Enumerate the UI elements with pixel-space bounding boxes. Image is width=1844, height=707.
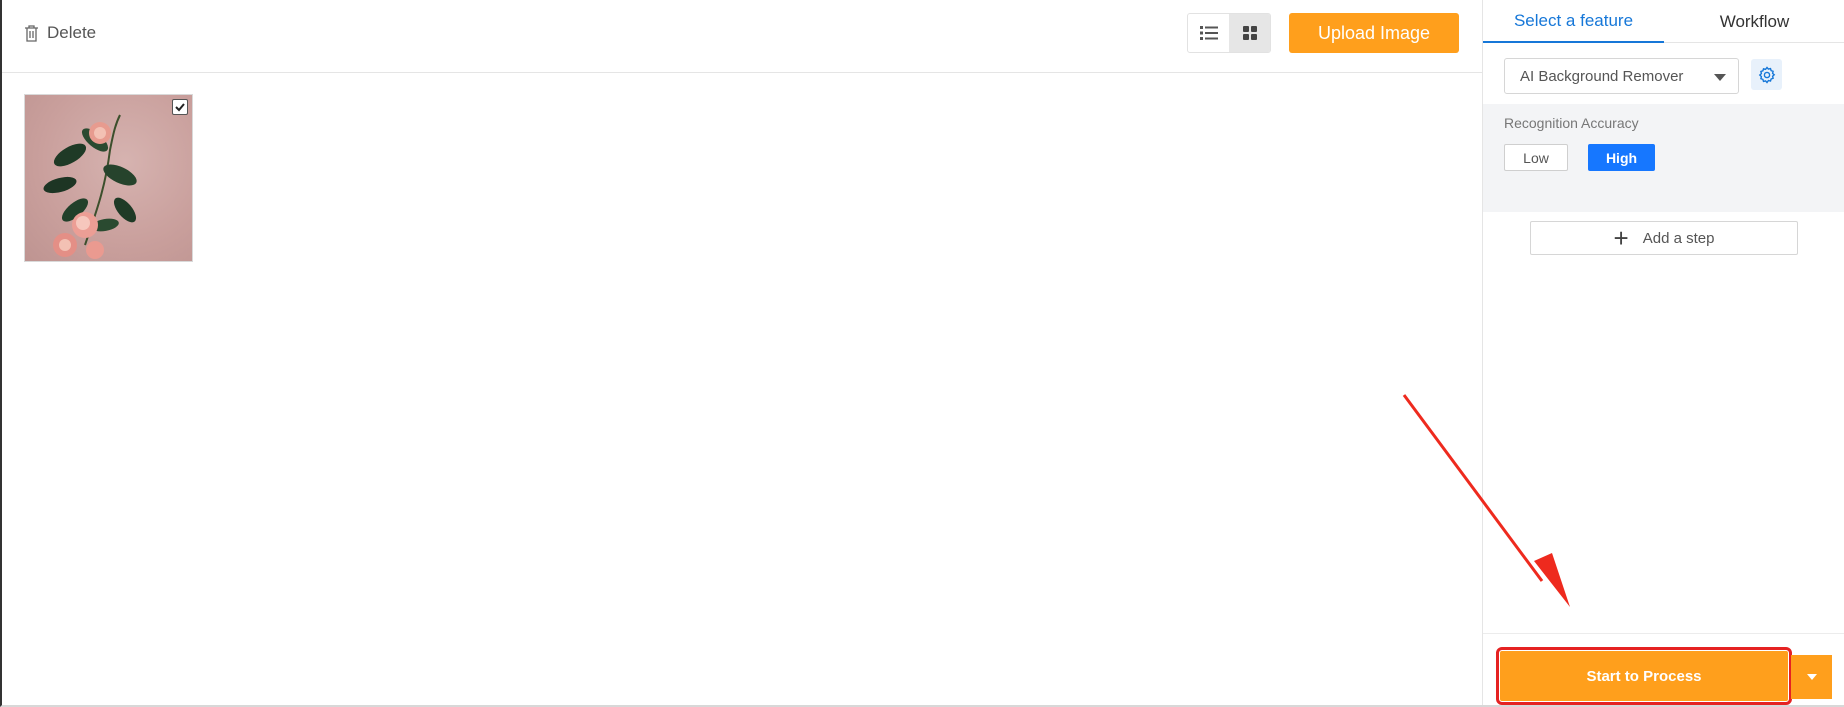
main-area: Delete Upload Image [2,0,1482,705]
list-icon [1199,26,1218,40]
grid-icon [1242,26,1257,40]
chevron-down-icon [1714,74,1726,81]
accuracy-section: Recognition Accuracy Low High [1483,104,1844,212]
accuracy-low-button[interactable]: Low [1504,144,1568,171]
settings-button[interactable] [1751,59,1782,90]
checkmark-icon [175,103,185,112]
thumbnail-checkbox[interactable] [172,99,188,115]
right-panel: Select a feature Workflow AI Background … [1482,0,1844,705]
accuracy-high-button[interactable]: High [1588,144,1655,171]
feature-select[interactable]: AI Background Remover [1504,58,1739,94]
app-window: Delete Upload Image Select a feature Wor… [0,0,1844,707]
add-step-button[interactable]: + Add a step [1530,221,1798,255]
start-options-dropdown[interactable] [1791,655,1832,699]
chevron-down-icon [1806,674,1817,680]
feature-select-value: AI Background Remover [1520,67,1684,85]
gear-icon [1758,65,1775,84]
delete-label: Delete [47,23,97,42]
flower-photo-icon [43,114,137,259]
toolbar: Delete Upload Image [2,0,1482,73]
tab-select-feature[interactable]: Select a feature [1483,0,1664,43]
add-step-label: Add a step [1642,229,1715,247]
grid-view-button[interactable] [1229,14,1270,52]
accuracy-label: Recognition Accuracy [1504,115,1639,131]
view-toggle [1187,13,1271,53]
plus-icon: + [1613,223,1629,253]
tab-workflow[interactable]: Workflow [1664,0,1844,43]
upload-image-button[interactable]: Upload Image [1289,13,1459,53]
panel-tabs: Select a feature Workflow [1483,0,1844,43]
start-process-button[interactable]: Start to Process [1496,647,1792,705]
list-view-button[interactable] [1188,14,1229,52]
delete-button[interactable]: Delete [24,20,96,46]
panel-footer: Start to Process [1483,633,1844,705]
image-thumbnail[interactable] [24,94,193,262]
trash-icon [25,24,38,42]
